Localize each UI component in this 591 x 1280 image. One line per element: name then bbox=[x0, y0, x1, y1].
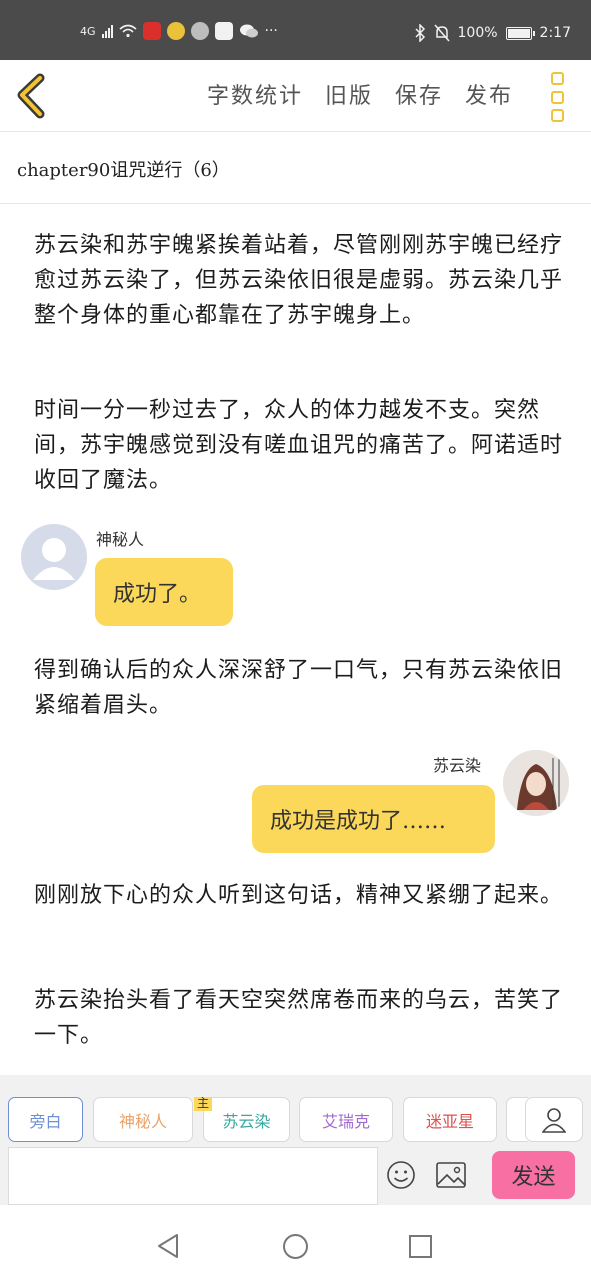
coin-app-icon bbox=[166, 22, 185, 40]
wechat-icon bbox=[239, 24, 258, 38]
save-button[interactable]: 保存 bbox=[395, 78, 443, 110]
status-right: 100% 2:17 bbox=[414, 24, 571, 42]
old-version-button[interactable]: 旧版 bbox=[325, 78, 373, 110]
back-button[interactable] bbox=[12, 72, 52, 120]
status-bar: 4G ··· 100% 2:17 bbox=[0, 0, 591, 60]
role-selector: 旁白 神秘人 主 苏云染 艾瑞克 迷亚星 bbox=[8, 1097, 528, 1143]
insert-image-button[interactable] bbox=[435, 1160, 467, 1190]
role-chip-miyaxing[interactable]: 迷亚星 bbox=[403, 1097, 497, 1142]
role-label: 神秘人 bbox=[118, 1111, 167, 1131]
chapter-title[interactable]: chapter90诅咒逆行（6） bbox=[17, 156, 230, 182]
role-label: 艾瑞克 bbox=[321, 1111, 370, 1131]
default-user-icon bbox=[33, 538, 75, 580]
mute-bell-icon bbox=[433, 24, 450, 42]
huawei-app-icon bbox=[142, 22, 161, 40]
back-triangle-icon[interactable] bbox=[156, 1233, 180, 1259]
clock: 2:17 bbox=[539, 25, 571, 41]
manage-roles-button[interactable] bbox=[525, 1097, 583, 1142]
smiley-icon bbox=[387, 1161, 415, 1189]
role-label: 旁白 bbox=[29, 1111, 62, 1131]
speaker-name: 神秘人 bbox=[96, 530, 145, 549]
person-icon bbox=[542, 1107, 566, 1133]
role-label: 苏云染 bbox=[222, 1111, 271, 1131]
paragraph[interactable]: 苏云染抬头看了看天空突然席卷而来的乌云，苦笑了一下。 bbox=[34, 983, 564, 1053]
paragraph[interactable]: 苏云染和苏宇魄紧挨着站着，尽管刚刚苏宇魄已经疗愈过苏云染了，但苏云染依旧很是虚弱… bbox=[34, 228, 564, 333]
role-label: 迷亚星 bbox=[425, 1111, 474, 1131]
home-circle-icon[interactable] bbox=[282, 1233, 309, 1260]
character-avatar[interactable] bbox=[503, 750, 569, 816]
bluetooth-icon bbox=[414, 24, 425, 42]
more-dot-icon bbox=[551, 109, 564, 122]
mystery-avatar[interactable] bbox=[21, 524, 87, 590]
speaker-name: 苏云染 bbox=[433, 756, 482, 775]
image-app-icon bbox=[214, 22, 233, 40]
role-chip-eric[interactable]: 艾瑞克 bbox=[299, 1097, 393, 1142]
send-button[interactable]: 发送 bbox=[492, 1151, 575, 1199]
more-dot-icon bbox=[551, 72, 564, 85]
editor-toolbar: 字数统计 旧版 保存 发布 bbox=[0, 60, 591, 132]
wifi-icon bbox=[119, 24, 137, 38]
chevron-left-icon bbox=[17, 73, 45, 119]
more-notifications: ··· bbox=[264, 23, 278, 39]
word-count-button[interactable]: 字数统计 bbox=[207, 78, 303, 110]
more-dot-icon bbox=[551, 90, 564, 104]
network-label: 4G bbox=[80, 24, 96, 38]
character-portrait-icon bbox=[503, 750, 569, 816]
image-icon bbox=[436, 1162, 466, 1188]
paragraph[interactable]: 刚刚放下心的众人听到这句话，精神又紧绷了起来。 bbox=[34, 878, 564, 913]
role-chip-mystery[interactable]: 神秘人 bbox=[93, 1097, 193, 1142]
more-menu-button[interactable] bbox=[548, 72, 568, 122]
main-role-badge: 主 bbox=[194, 1097, 213, 1111]
status-left: 4G ··· bbox=[80, 22, 278, 40]
emoji-button[interactable] bbox=[385, 1159, 417, 1191]
battery-level bbox=[507, 28, 530, 38]
chapter-header[interactable]: chapter90诅咒逆行（6） bbox=[0, 132, 591, 204]
hand-app-icon bbox=[190, 22, 209, 40]
paragraph[interactable]: 时间一分一秒过去了，众人的体力越发不支。突然间，苏宇魄感觉到没有嗟血诅咒的痛苦了… bbox=[34, 393, 564, 498]
role-chip-narrator[interactable]: 旁白 bbox=[8, 1097, 83, 1142]
role-chip-suyunran[interactable]: 主 苏云染 bbox=[194, 1097, 290, 1142]
message-input[interactable] bbox=[8, 1147, 378, 1205]
toolbar-actions: 字数统计 旧版 保存 发布 bbox=[207, 78, 513, 110]
message-composer: 旁白 神秘人 主 苏云染 艾瑞克 迷亚星 发送 bbox=[0, 1075, 591, 1205]
recents-square-icon[interactable] bbox=[408, 1234, 433, 1259]
dialog-bubble[interactable]: 成功了。 bbox=[95, 558, 233, 626]
dialog-bubble[interactable]: 成功是成功了…… bbox=[252, 785, 495, 853]
battery-icon bbox=[505, 26, 535, 40]
paragraph[interactable]: 得到确认后的众人深深舒了一口气，只有苏云染依旧紧缩着眉头。 bbox=[34, 653, 564, 723]
battery-percent: 100% bbox=[457, 25, 498, 41]
signal-icon bbox=[101, 24, 113, 38]
publish-button[interactable]: 发布 bbox=[465, 78, 513, 110]
system-nav-bar bbox=[0, 1205, 591, 1280]
